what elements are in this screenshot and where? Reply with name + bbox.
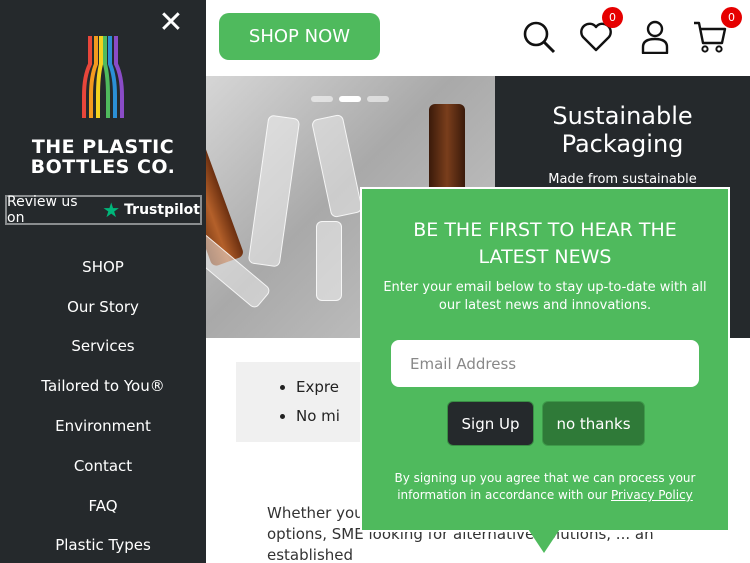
wishlist-count-badge: 0 [602,7,623,28]
no-thanks-button[interactable]: no thanks [542,401,645,446]
popup-description: Enter your email below to stay up-to-dat… [383,280,707,313]
privacy-policy-link[interactable]: Privacy Policy [611,488,693,502]
bottle-shape [247,114,301,268]
side-nav-item-contact[interactable]: Contact [0,446,206,486]
side-nav-item-environment[interactable]: Environment [0,406,206,446]
side-nav-item-our-story[interactable]: Our Story [0,287,206,327]
popup-pointer [528,529,560,553]
side-menu: ✕ THE PLASTIC BOTTLES CO. Review us on ★… [0,0,206,563]
trustpilot-prefix: Review us on [7,194,78,226]
side-nav-item-services[interactable]: Services [0,327,206,367]
popup-title: BE THE FIRST TO HEAR THE LATEST NEWS [362,217,728,271]
cart-icon[interactable] [693,20,727,54]
side-nav: SHOP Our Story Services Tailored to You®… [0,247,206,563]
side-nav-item-faq[interactable]: FAQ [0,486,206,526]
popup-legal-text: By signing up you agree that we can proc… [380,470,710,504]
hero-title-line2: Packaging [561,130,684,158]
hero-title-line1: Sustainable [552,102,693,130]
bottle-logo-icon [82,36,124,118]
newsletter-popup: BE THE FIRST TO HEAR THE LATEST NEWS Ent… [360,187,730,532]
bottle-shape [310,113,364,219]
brand-name-line2: BOTTLES CO. [30,156,176,178]
popup-title-line1: BE THE FIRST TO HEAR THE [413,219,677,241]
user-icon[interactable] [641,20,669,54]
cart-count-badge: 0 [721,7,742,28]
slider-dots [311,96,389,102]
side-nav-item-plastic-types[interactable]: Plastic Types [0,526,206,563]
side-nav-item-tailored[interactable]: Tailored to You® [0,366,206,406]
star-icon: ★ [102,198,121,222]
slider-dot[interactable] [311,96,333,102]
search-icon[interactable] [522,20,556,54]
slider-dot-active[interactable] [339,96,361,102]
close-icon[interactable]: ✕ [156,8,186,38]
feature-item: Expre [296,378,340,407]
sign-up-button[interactable]: Sign Up [447,401,534,446]
brand-name-line1: THE PLASTIC [31,136,175,158]
slider-dot[interactable] [367,96,389,102]
bottle-shape [316,221,342,301]
hero-title: Sustainable Packaging [495,102,750,158]
feature-item: No mi [296,407,340,436]
trustpilot-name: Trustpilot [124,202,200,218]
shop-now-button[interactable]: SHOP NOW [219,13,380,60]
hero-subtitle: Made from sustainable [548,172,697,187]
trustpilot-review-button[interactable]: Review us on ★ Trustpilot [5,194,202,226]
email-address-input[interactable] [391,340,699,387]
features-box: Expre No mi [236,362,366,442]
side-nav-item-shop[interactable]: SHOP [0,247,206,287]
popup-title-line2: LATEST NEWS [478,246,612,268]
